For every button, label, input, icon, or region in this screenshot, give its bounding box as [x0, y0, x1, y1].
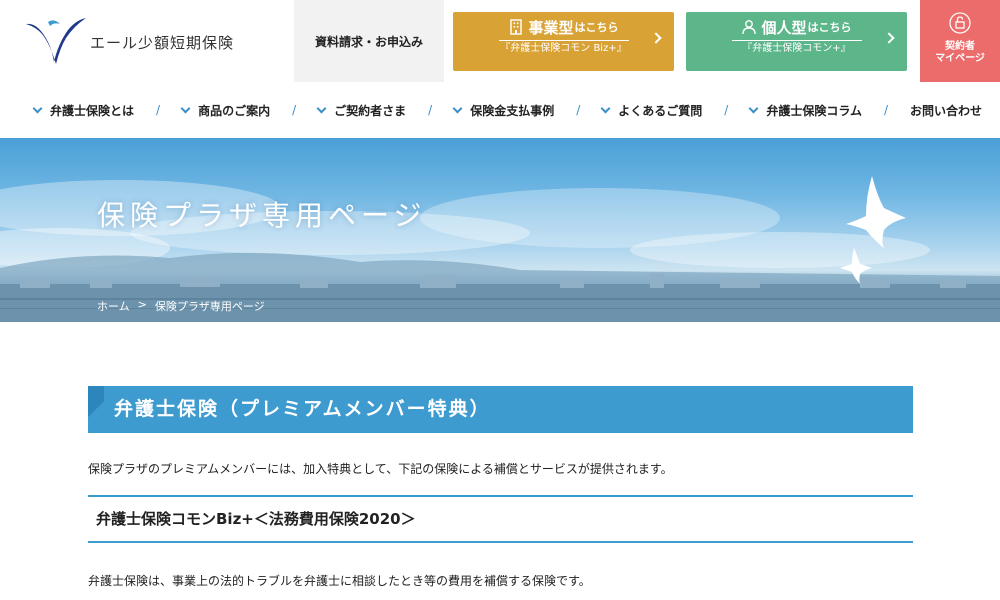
nav-separator: / [724, 103, 729, 117]
nav-separator: / [292, 103, 297, 117]
nav-label: 弁護士保険コラム [766, 103, 862, 118]
nav-label: よくあるご質問 [618, 103, 703, 118]
chevron-down-icon [600, 103, 611, 113]
breadcrumb: ホーム > 保険プラザ専用ページ [97, 298, 265, 314]
business-plan-button[interactable]: 事業型 はこちら 『弁護士保険コモン Biz+』 [453, 12, 674, 71]
individual-plan-title: 個人型 [761, 18, 807, 37]
nav-item-column[interactable]: 弁護士保険コラム [748, 102, 862, 119]
site-header: エール少額短期保険 資料請求・お申込み 事業型 はこちら 『弁護士保険コモン B… [0, 0, 1000, 82]
chevron-down-icon [32, 103, 43, 113]
nav-item-faq[interactable]: よくあるご質問 [600, 102, 703, 119]
product-description: 弁護士保険は、事業上の法的トラブルを弁護士に相談したとき等の費用を補償する保険で… [88, 574, 591, 588]
nav-label: 商品のご案内 [198, 103, 271, 118]
nav-label: 弁護士保険とは [50, 103, 135, 118]
chevron-down-icon [452, 103, 463, 113]
nav-item-contact[interactable]: お問い合わせ [910, 102, 982, 119]
section-title: 弁護士保険（プレミアムメンバー特典） [88, 386, 913, 433]
person-icon [742, 20, 757, 35]
nav-label: 保険金支払事例 [470, 103, 555, 118]
nav-label: ご契約者さま [334, 103, 407, 118]
global-nav: 弁護士保険とは / 商品のご案内 / ご契約者さま / 保険金支払事例 / よく… [0, 90, 1000, 130]
individual-plan-suffix: はこちら [807, 21, 852, 34]
logo-icon [26, 18, 86, 64]
business-plan-suffix: はこちら [574, 21, 619, 34]
nav-item-products[interactable]: 商品のご案内 [180, 102, 271, 119]
my-page-label-1: 契約者 [945, 41, 975, 52]
breadcrumb-current: 保険プラザ専用ページ [154, 300, 265, 313]
chevron-down-icon [316, 103, 327, 113]
nav-item-members[interactable]: ご契約者さま [316, 102, 407, 119]
individual-plan-product: 『弁護士保険コモン+』 [742, 43, 851, 54]
individual-plan-button[interactable]: 個人型 はこちら 『弁護士保険コモン+』 [686, 12, 907, 71]
nav-separator: / [883, 103, 889, 117]
my-page-button[interactable]: 契約者 マイページ [920, 0, 1000, 82]
lock-icon [949, 12, 971, 34]
building-icon [510, 19, 523, 35]
page-title: 保険プラザ専用ページ [97, 199, 427, 232]
request-documents-link[interactable]: 資料請求・お申込み [294, 0, 444, 82]
nav-separator: / [156, 103, 161, 117]
site-logo[interactable]: エール少額短期保険 [24, 14, 234, 66]
business-plan-title: 事業型 [528, 18, 574, 37]
nav-item-about[interactable]: 弁護士保険とは [32, 102, 135, 119]
nav-item-claims[interactable]: 保険金支払事例 [452, 102, 555, 119]
my-page-label-2: マイページ [935, 53, 985, 64]
chevron-down-icon [748, 103, 759, 113]
intro-text: 保険プラザのプレミアムメンバーには、加入特典として、下記の保険による補償とサービ… [88, 462, 673, 476]
breadcrumb-home-link[interactable]: ホーム [97, 298, 130, 314]
breadcrumb-separator: > [137, 298, 147, 311]
divider [498, 40, 629, 41]
product-title: 弁護士保険コモンBiz+＜法務費用保険2020＞ [88, 495, 913, 543]
logo-text: エール少額短期保険 [90, 33, 235, 52]
divider [731, 40, 862, 41]
business-plan-product: 『弁護士保険コモン Biz+』 [500, 43, 627, 54]
nav-separator: / [428, 103, 433, 117]
chevron-down-icon [180, 103, 191, 113]
hero-banner: 保険プラザ専用ページ ホーム > 保険プラザ専用ページ [0, 138, 1000, 322]
request-documents-label: 資料請求・お申込み [314, 34, 423, 49]
nav-label: お問い合わせ [910, 103, 983, 118]
nav-separator: / [576, 103, 581, 117]
